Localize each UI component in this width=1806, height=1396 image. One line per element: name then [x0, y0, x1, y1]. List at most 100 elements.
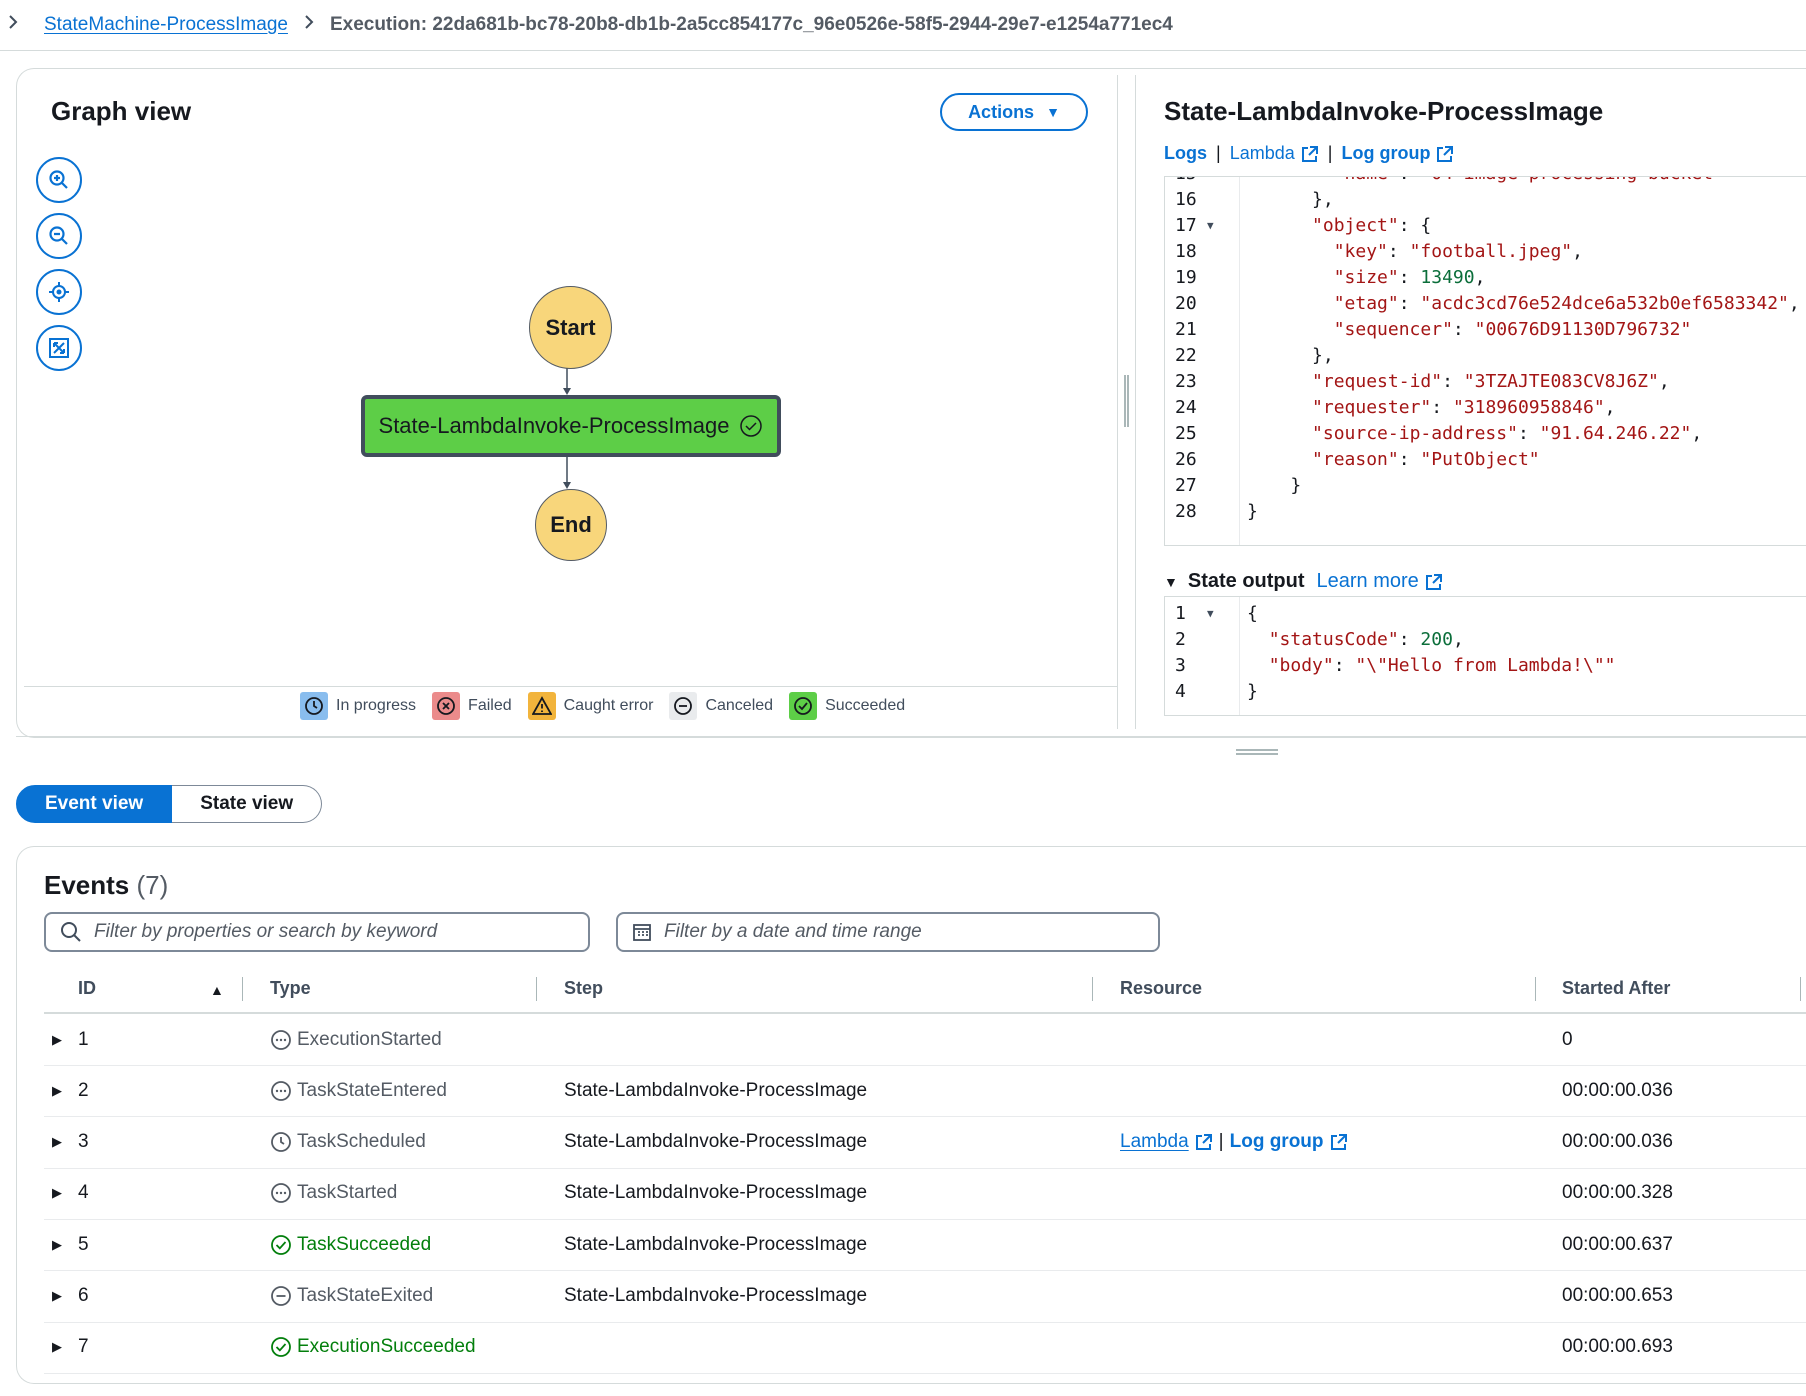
event-type: TaskStarted	[270, 1168, 397, 1219]
expand-row-icon[interactable]: ▶	[52, 1168, 62, 1219]
column-header-step[interactable]: Step	[564, 978, 603, 999]
code-text: "etag": "acdc3cd76e524dce6a532b0ef658334…	[1333, 293, 1800, 314]
state-output-code-editor[interactable]: 1 ▼{2 "statusCode": 200, 3 "body": "\"Hell…	[1164, 596, 1806, 716]
column-divider[interactable]	[242, 977, 243, 1001]
column-header-id[interactable]: ID	[78, 978, 96, 999]
event-view-tab[interactable]: Event view	[16, 785, 173, 823]
event-search-input[interactable]: Filter by properties or search by keywor…	[44, 912, 590, 952]
graph-view-title: Graph view	[51, 96, 192, 126]
success-check-icon	[271, 1234, 291, 1255]
column-header-type[interactable]: Type	[270, 978, 311, 999]
code-text: }	[1247, 681, 1258, 702]
line-number: 26	[1175, 449, 1197, 470]
code-text: "size": 13490,	[1333, 267, 1486, 288]
code-text: "request-id": "3TZAJTE083CV8J6Z",	[1312, 371, 1670, 392]
state-view-tab[interactable]: State view	[172, 785, 323, 823]
lambda-link[interactable]: Lambda	[1230, 143, 1319, 163]
table-row[interactable]: ▶ 6 TaskStateExited State-LambdaInvoke-Proc…	[44, 1271, 1806, 1323]
table-row[interactable]: ▶ 2 TaskStateEntered State-LambdaInvoke-Pro…	[44, 1065, 1806, 1118]
task-node-label: State-LambdaInvoke-ProcessImage	[378, 413, 730, 438]
learn-more-link[interactable]: Learn more	[1317, 570, 1443, 593]
status-neutral-icon	[271, 1183, 291, 1204]
state-detail-title: State-LambdaInvoke-ProcessImage	[1164, 96, 1604, 126]
legend-succeeded: Succeeded	[789, 692, 905, 720]
breadcrumb-state-machine-link[interactable]: StateMachine-ProcessImage	[44, 14, 288, 36]
external-link-icon	[1425, 573, 1442, 590]
actions-label: Actions	[968, 101, 1035, 122]
sort-ascending-icon[interactable]: ▲	[210, 982, 224, 998]
fold-caret-icon[interactable]: ▼	[1207, 601, 1214, 627]
line-number: 24	[1175, 397, 1197, 418]
caret-down-icon: ▼	[1046, 104, 1060, 120]
date-range-filter[interactable]: Filter by a date and time range	[616, 912, 1160, 952]
zoom-in-icon	[49, 170, 68, 189]
event-step: State-LambdaInvoke-ProcessImage	[564, 1079, 868, 1101]
actions-dropdown-button[interactable]: Actions ▼	[940, 93, 1088, 131]
lambda-link[interactable]: Lambda	[1120, 1131, 1213, 1153]
horizontal-resize-bar[interactable]	[16, 736, 1806, 765]
vertical-resize-handle[interactable]	[1124, 375, 1129, 427]
fold-caret-icon[interactable]: ▼	[1207, 213, 1214, 239]
code-text: {	[1247, 603, 1258, 624]
event-id: 7	[78, 1336, 89, 1358]
table-row[interactable]: ▶ 1 ExecutionStarted 0	[44, 1014, 1806, 1066]
state-input-code-editor[interactable]: 15 "name": "04-image-processing-bucket" 1…	[1164, 176, 1806, 546]
column-divider[interactable]	[536, 977, 537, 1001]
search-icon	[61, 922, 81, 942]
column-header-resource[interactable]: Resource	[1120, 978, 1202, 999]
event-started-after: 0	[1562, 1028, 1573, 1050]
calendar-icon	[633, 924, 651, 941]
minus-circle-icon	[669, 692, 698, 720]
expand-row-icon[interactable]: ▶	[52, 1271, 62, 1322]
event-type: TaskSucceeded	[270, 1219, 431, 1270]
graph-node-task[interactable]: State-LambdaInvoke-ProcessImage	[361, 395, 781, 457]
state-detail-links: Logs | Lambda | Log group	[1164, 143, 1454, 164]
center-graph-button[interactable]	[36, 269, 82, 315]
table-row[interactable]: ▶ 7 ExecutionSucceeded 00:00:00.693	[44, 1322, 1806, 1374]
event-started-after: 00:00:00.036	[1562, 1131, 1673, 1153]
split-panel-divider[interactable]	[1117, 75, 1136, 729]
success-check-icon	[740, 415, 763, 437]
event-type: ExecutionSucceeded	[270, 1322, 476, 1373]
x-circle-icon	[432, 692, 461, 720]
state-output-header[interactable]: ▼ State output Learn more	[1164, 570, 1443, 593]
line-number: 27	[1175, 475, 1197, 496]
column-header-started-after[interactable]: Started After	[1562, 978, 1670, 999]
breadcrumb: StateMachine-ProcessImage Execution: 22d…	[0, 0, 1806, 51]
expand-row-icon[interactable]: ▶	[52, 1117, 62, 1168]
event-started-after: 00:00:00.637	[1562, 1233, 1673, 1255]
column-divider[interactable]	[1092, 977, 1093, 1001]
graph-node-start[interactable]: Start	[529, 286, 612, 369]
zoom-out-button[interactable]	[36, 213, 82, 259]
graph-node-end[interactable]: End	[535, 489, 607, 561]
expand-row-icon[interactable]: ▶	[52, 1322, 62, 1373]
zoom-out-icon	[49, 226, 68, 245]
line-number: 19	[1175, 267, 1197, 288]
expand-row-icon[interactable]: ▶	[52, 1014, 62, 1065]
column-divider[interactable]	[1800, 977, 1801, 1001]
code-text: }	[1247, 475, 1302, 496]
line-number: 23	[1175, 371, 1197, 392]
log-group-link[interactable]: Log group	[1342, 143, 1455, 163]
code-text: },	[1247, 189, 1334, 210]
chevron-right-icon	[304, 14, 314, 36]
expand-row-icon[interactable]: ▶	[52, 1219, 62, 1270]
status-legend: In progress Failed Caught error Canceled…	[24, 686, 1118, 727]
column-divider[interactable]	[1535, 977, 1536, 1001]
table-row[interactable]: ▶ 5 TaskSucceeded State-LambdaInvoke-Proces…	[44, 1219, 1806, 1272]
fit-to-screen-button[interactable]	[36, 325, 82, 371]
horizontal-resize-handle[interactable]	[1236, 749, 1278, 755]
legend-canceled: Canceled	[669, 692, 773, 720]
line-number: 21	[1175, 319, 1197, 340]
logs-link[interactable]: Logs	[1164, 143, 1207, 163]
table-row[interactable]: ▶ 3 TaskScheduled State-LambdaInvoke-Proces…	[44, 1117, 1806, 1169]
code-text: "key": "football.jpeg",	[1333, 241, 1583, 262]
table-row[interactable]: ▶ 4 TaskStarted State-LambdaInvoke-ProcessI…	[44, 1168, 1806, 1220]
event-started-after: 00:00:00.693	[1562, 1336, 1673, 1358]
legend-failed: Failed	[432, 692, 512, 720]
zoom-in-button[interactable]	[36, 157, 82, 203]
event-id: 4	[78, 1182, 89, 1204]
log-group-link[interactable]: Log group	[1230, 1131, 1348, 1153]
locate-icon	[49, 282, 69, 302]
expand-row-icon[interactable]: ▶	[52, 1065, 62, 1116]
